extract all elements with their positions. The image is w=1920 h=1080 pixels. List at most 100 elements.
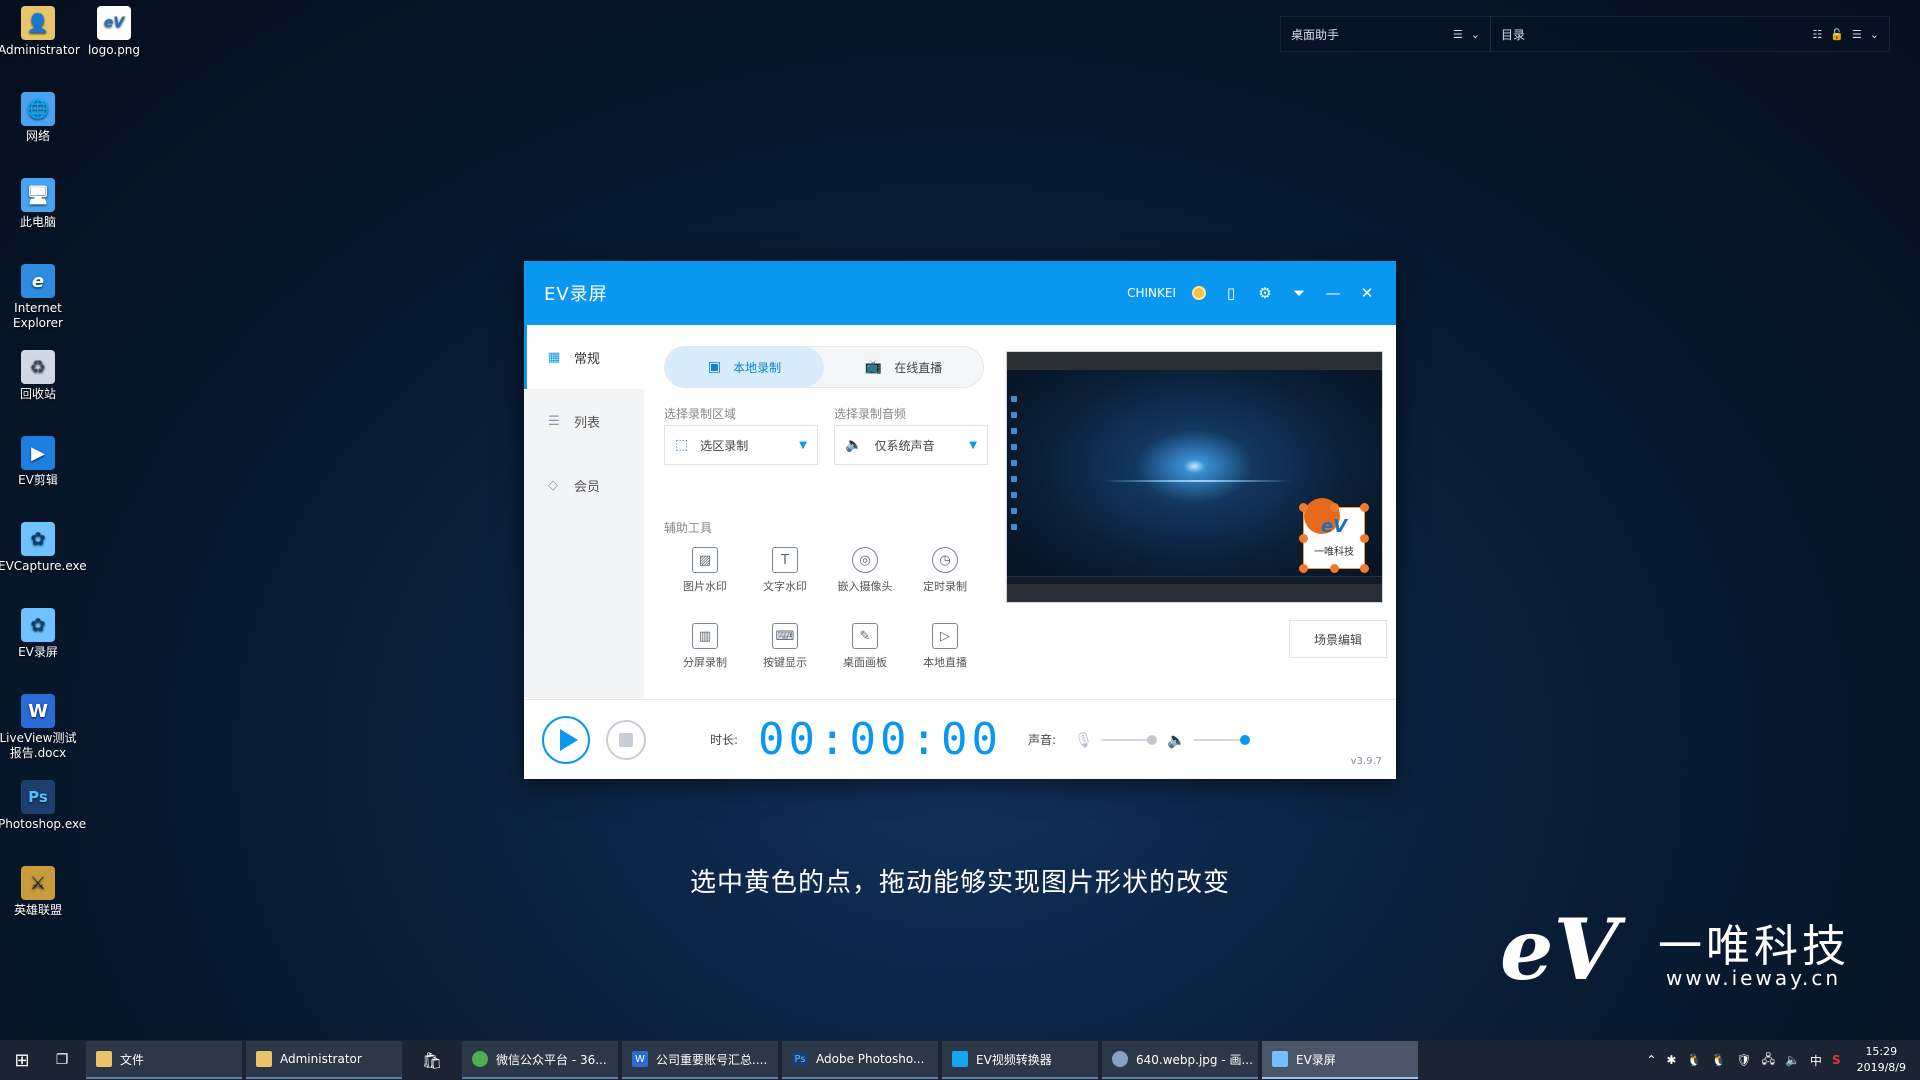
sidebar-item-general[interactable]: ▦ 常规 xyxy=(524,325,644,389)
taskbar-item-accounts-doc[interactable]: W 公司重要账号汇总.... xyxy=(622,1041,778,1079)
microphone-icon[interactable]: 🎙 xyxy=(1074,731,1093,749)
taskbar-item-ev-record[interactable]: EV录屏 xyxy=(1262,1041,1418,1079)
tray-settings-icon[interactable]: ✱ xyxy=(1666,1053,1676,1067)
computer-icon: 🖥 xyxy=(21,178,55,212)
preview-light-flare xyxy=(1102,480,1292,482)
tray-network-icon[interactable]: 🖧 xyxy=(1762,1050,1775,1071)
mic-volume-slider[interactable] xyxy=(1101,734,1158,745)
resize-handle-top-right[interactable] xyxy=(1360,503,1369,512)
tool-desktop-board[interactable]: ✎ 桌面画板 xyxy=(829,623,901,670)
tray-shield-icon[interactable]: 🛡 xyxy=(1736,1053,1751,1067)
tool-split-screen[interactable]: ▥ 分屏录制 xyxy=(669,623,741,670)
version-label: v3.9.7 xyxy=(1350,756,1382,767)
volume-label: 声音: xyxy=(1027,733,1057,747)
windows-taskbar: ⊞ ❐ 文件 Administrator 🛍 微信公众平台 - 36... W … xyxy=(0,1040,1920,1080)
tab-live-stream[interactable]: 📺 在线直播 xyxy=(824,347,983,387)
tool-image-watermark[interactable]: ▨ 图片水印 xyxy=(669,547,741,594)
desktop-icon-ev-edit[interactable]: ▶ EV剪辑 xyxy=(0,436,78,488)
watermark-image-box[interactable]: eV 一唯科技 xyxy=(1299,498,1369,573)
user-name[interactable]: CHINKEI xyxy=(1127,286,1176,300)
photoshop-icon: Ps xyxy=(21,780,55,814)
tool-timed-record[interactable]: ◷ 定时录制 xyxy=(909,547,981,594)
speaker-icon[interactable]: 🔈 xyxy=(1167,731,1186,749)
preview-taskbar xyxy=(1007,576,1382,584)
tray-sogou-icon[interactable]: S xyxy=(1832,1053,1841,1067)
tablet-icon[interactable]: ▯ xyxy=(1222,284,1240,302)
close-icon[interactable]: ✕ xyxy=(1358,284,1376,302)
keyboard-icon: ⌨ xyxy=(772,623,798,649)
tool-key-display[interactable]: ⌨ 按键显示 xyxy=(749,623,821,670)
record-area-select[interactable]: ⬚ 选区录制 ▼ xyxy=(664,425,818,465)
lock-icon[interactable]: 🔓 xyxy=(1830,28,1844,41)
tool-text-watermark[interactable]: T 文字水印 xyxy=(749,547,821,594)
ie-icon: e xyxy=(21,264,55,298)
desktop-icon-recycle-bin[interactable]: ♻ 回收站 xyxy=(0,350,78,402)
tab-local-record[interactable]: ▣ 本地录制 xyxy=(665,347,824,387)
desktop-icon-photoshop[interactable]: Ps Photoshop.exe xyxy=(0,780,86,832)
tray-qq-icon[interactable]: 🐧 xyxy=(1711,1053,1726,1067)
resize-handle-bottom-left[interactable] xyxy=(1299,564,1308,573)
record-audio-select[interactable]: 🔈 仅系统声音 ▼ xyxy=(834,425,988,465)
minimize-icon[interactable]: — xyxy=(1324,284,1342,302)
taskbar-clock[interactable]: 15:29 2019/8/9 xyxy=(1857,1044,1906,1076)
dropdown-menu-icon[interactable]: ⏷ xyxy=(1290,284,1308,302)
system-volume-slider[interactable] xyxy=(1193,734,1250,745)
sidebar-item-member[interactable]: ◇ 会员 xyxy=(524,453,644,517)
clock-date: 2019/8/9 xyxy=(1856,1061,1906,1074)
tray-expand-icon[interactable]: ⌃ xyxy=(1646,1053,1656,1067)
desktop-icon-ev-record[interactable]: ✿ EV录屏 xyxy=(0,608,78,660)
video-camera-icon: ▣ xyxy=(707,359,722,375)
directory-segment[interactable]: 目录 ☷ 🔓 ☰ ⌄ xyxy=(1491,17,1889,51)
taskbar-item-wechat-platform[interactable]: 微信公众平台 - 36... xyxy=(462,1041,618,1079)
taskbar-item-label: 微信公众平台 - 36... xyxy=(496,1052,607,1067)
desktop-icon-evcapture[interactable]: ✿ EVCapture.exe xyxy=(0,522,87,574)
system-tray: ⌃ ✱ 🐧 🐧 🛡 🖧 🔈 中 S 15:29 2019/8/9 xyxy=(1646,1044,1920,1076)
record-audio-value: 仅系统声音 xyxy=(874,438,935,453)
stop-record-button[interactable] xyxy=(606,719,646,760)
taskbar-item-administrator[interactable]: Administrator xyxy=(246,1041,402,1079)
resize-handle-top-left[interactable] xyxy=(1299,503,1308,512)
ev-titlebar[interactable]: EV录屏 CHINKEI ▯ ⚙ ⏷ — ✕ xyxy=(524,261,1396,325)
task-view-icon: ❐ xyxy=(55,1052,69,1068)
tool-local-live[interactable]: ▷ 本地直播 xyxy=(909,623,981,670)
desktop-icon-network[interactable]: 🌐 网络 xyxy=(0,92,78,144)
desktop-assistant-segment[interactable]: 桌面助手 ☰ ⌄ xyxy=(1281,17,1491,51)
chevron-down-icon[interactable]: ⌄ xyxy=(1471,28,1480,41)
resize-handle-top[interactable] xyxy=(1330,503,1339,512)
taskbar-store-button[interactable]: 🛍 xyxy=(406,1041,458,1079)
desktop-icon-liveview-docx[interactable]: W LiveView测试报告.docx xyxy=(0,694,78,761)
list-view-icon[interactable]: ☷ xyxy=(1812,28,1822,41)
resize-handle-bottom-right[interactable] xyxy=(1360,564,1369,573)
taskbar-item-photoshop[interactable]: Ps Adobe Photosho... xyxy=(782,1041,938,1079)
tray-volume-icon[interactable]: 🔈 xyxy=(1785,1053,1800,1067)
desktop-icon-internet-explorer[interactable]: e Internet Explorer xyxy=(0,264,78,331)
resize-handle-right[interactable] xyxy=(1360,534,1369,543)
ime-indicator[interactable]: 中 xyxy=(1810,1052,1822,1069)
start-button[interactable]: ⊞ xyxy=(0,1040,44,1080)
resize-handle-left[interactable] xyxy=(1299,534,1308,543)
scene-edit-button[interactable]: 场景编辑 xyxy=(1289,620,1387,658)
desktop-icon-logo-png[interactable]: eV logo.png xyxy=(74,6,154,58)
desktop-icon-administrator[interactable]: 👤 Administrator xyxy=(0,6,80,58)
menu-icon[interactable]: ☰ xyxy=(1852,28,1862,41)
taskbar-item-label: 公司重要账号汇总.... xyxy=(656,1052,768,1067)
resize-handle-bottom[interactable] xyxy=(1330,564,1339,573)
start-record-button[interactable] xyxy=(542,715,590,764)
mic-volume-knob[interactable] xyxy=(1147,734,1158,745)
sidebar-item-list[interactable]: ☰ 列表 xyxy=(524,389,644,453)
desktop-icon-this-pc[interactable]: 🖥 此电脑 xyxy=(0,178,78,230)
recording-preview[interactable]: eV 一唯科技 xyxy=(1006,351,1383,603)
tool-embed-camera[interactable]: ◎ 嵌入摄像头 xyxy=(829,547,901,594)
taskbar-item-ev-converter[interactable]: EV视频转换器 xyxy=(942,1041,1098,1079)
menu-icon[interactable]: ☰ xyxy=(1453,28,1463,41)
gear-icon[interactable]: ⚙ xyxy=(1256,284,1274,302)
image-file-icon: eV xyxy=(97,6,131,40)
desktop-icon-label: EV剪辑 xyxy=(18,473,58,487)
taskbar-item-files[interactable]: 文件 xyxy=(86,1041,242,1079)
tray-qq-icon[interactable]: 🐧 xyxy=(1686,1053,1701,1067)
task-view-button[interactable]: ❐ xyxy=(44,1052,80,1068)
chevron-down-icon[interactable]: ⌄ xyxy=(1870,28,1879,41)
coin-icon[interactable] xyxy=(1192,286,1206,300)
taskbar-item-paint[interactable]: 640.webp.jpg - 画... xyxy=(1102,1041,1258,1079)
system-volume-knob[interactable] xyxy=(1239,734,1250,745)
